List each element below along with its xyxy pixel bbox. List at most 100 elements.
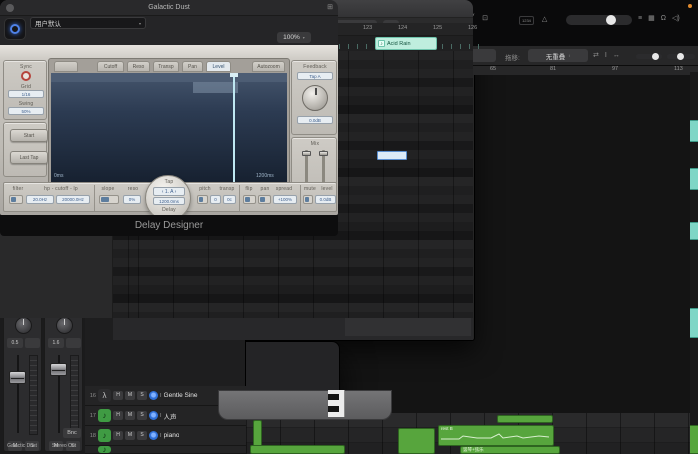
midi-region[interactable] bbox=[497, 415, 553, 423]
wet-slider[interactable] bbox=[319, 151, 328, 156]
metronome-icon[interactable]: △ bbox=[542, 14, 547, 26]
width-icon[interactable]: ↔ bbox=[613, 50, 620, 62]
midi-region[interactable] bbox=[398, 428, 435, 454]
track-row-partial[interactable]: ♪ bbox=[85, 446, 246, 454]
pan-knob[interactable] bbox=[15, 317, 32, 334]
vertical-zoom-slider[interactable] bbox=[636, 54, 662, 59]
last-tap-button[interactable]: Last Tap bbox=[10, 151, 48, 164]
region-sliver[interactable] bbox=[690, 308, 698, 338]
black-key[interactable] bbox=[328, 394, 339, 400]
volume-value[interactable]: 0.5 bbox=[7, 338, 23, 348]
transp-cents[interactable]: 0c bbox=[223, 195, 236, 204]
tab-level[interactable]: Level bbox=[206, 61, 231, 72]
level-value[interactable]: 0.0dB bbox=[315, 195, 336, 204]
region-sliver[interactable] bbox=[690, 425, 698, 454]
midi-region-cyan[interactable]: ♪ Acid Rain bbox=[375, 37, 437, 50]
spread-value[interactable]: +100% bbox=[273, 195, 297, 204]
region-sliver[interactable] bbox=[690, 168, 698, 190]
midi-note-selected[interactable] bbox=[377, 151, 407, 160]
apple-loops-icon[interactable]: ⊡ bbox=[482, 13, 488, 25]
browser-icon[interactable]: ▦ bbox=[648, 13, 655, 25]
drag-select[interactable]: 无重叠↕ bbox=[528, 49, 588, 62]
view-zoom-select[interactable]: 100%▾ bbox=[277, 32, 311, 43]
solo-button[interactable]: S bbox=[137, 411, 147, 420]
grid-value[interactable]: 1/16 bbox=[8, 90, 44, 98]
track-name[interactable]: 人声 bbox=[164, 411, 177, 421]
input-monitor-button[interactable] bbox=[149, 431, 158, 440]
volume-fader[interactable] bbox=[50, 363, 67, 376]
tab-transp[interactable]: Transp bbox=[153, 61, 179, 72]
tap-delay-value[interactable]: 1200.0ms bbox=[153, 197, 185, 205]
preset-select[interactable]: 用户默认▾ bbox=[30, 17, 146, 29]
flip-toggle[interactable] bbox=[243, 195, 256, 204]
tap-display[interactable]: 0ms 1200ms bbox=[51, 73, 287, 185]
input-monitor-button[interactable] bbox=[149, 411, 158, 420]
pitch-toggle[interactable] bbox=[197, 195, 208, 204]
count-in-icon[interactable]: 1234 bbox=[519, 16, 534, 25]
feedback-tap-select[interactable]: Tap A bbox=[297, 72, 333, 80]
piano-keys[interactable] bbox=[328, 390, 345, 417]
input-monitor-button[interactable] bbox=[149, 391, 158, 400]
hide-button[interactable]: H bbox=[113, 411, 123, 420]
reso-value[interactable]: 0% bbox=[123, 195, 141, 204]
dry-slider[interactable] bbox=[302, 151, 311, 156]
midi-region[interactable]: 竖琴+弦乐 bbox=[460, 446, 560, 454]
hide-button[interactable]: H bbox=[113, 431, 123, 440]
tap-head[interactable] bbox=[230, 73, 238, 77]
bounce-button[interactable]: Bnc bbox=[63, 428, 81, 438]
mute-button[interactable]: M bbox=[125, 411, 135, 420]
view-tab[interactable] bbox=[54, 61, 78, 72]
sync-button[interactable] bbox=[21, 71, 31, 81]
filter-toggle[interactable] bbox=[9, 195, 23, 204]
swing-value[interactable]: 50% bbox=[8, 107, 44, 115]
tap-line[interactable] bbox=[233, 75, 235, 183]
ruler-number: 81 bbox=[550, 66, 572, 72]
overview-strip[interactable] bbox=[51, 73, 287, 82]
tab-reso[interactable]: Reso bbox=[127, 61, 150, 72]
tab-pan[interactable]: Pan bbox=[182, 61, 203, 72]
feedback-value[interactable]: 0.0dB bbox=[297, 116, 333, 124]
midi-region[interactable]: rest B bbox=[438, 425, 554, 446]
link-window-icon[interactable]: ⊞ bbox=[327, 2, 333, 14]
solo-button[interactable]: S bbox=[137, 431, 147, 440]
pan-toggle[interactable] bbox=[258, 195, 271, 204]
tap-label: Tap bbox=[146, 179, 192, 185]
mute-button[interactable]: M bbox=[125, 431, 135, 440]
autozoom-button[interactable]: Autozoom bbox=[252, 61, 285, 72]
plugin-titlebar[interactable]: Galactic Dust ⊞ bbox=[0, 0, 338, 16]
power-button[interactable] bbox=[4, 18, 26, 40]
hp-cutoff-value[interactable]: 20.0Hz bbox=[26, 195, 54, 204]
start-button[interactable]: Start bbox=[10, 129, 48, 142]
bell-icon[interactable]: Ω bbox=[661, 13, 666, 25]
tab-cutoff[interactable]: Cutoff bbox=[97, 61, 124, 72]
slope-toggle[interactable] bbox=[99, 195, 119, 204]
transp-semitones[interactable]: 0 bbox=[210, 195, 221, 204]
tap-select[interactable]: ‹ 1. A › bbox=[153, 187, 185, 196]
feedback-knob[interactable] bbox=[302, 85, 328, 111]
master-volume-slider[interactable] bbox=[566, 15, 632, 25]
volume-slider-handle[interactable] bbox=[606, 15, 616, 25]
scroll-band[interactable] bbox=[345, 318, 471, 336]
mute-button[interactable]: M bbox=[125, 391, 135, 400]
speaker-icon[interactable]: ◁) bbox=[672, 13, 680, 25]
black-key[interactable] bbox=[328, 406, 339, 412]
volume-fader[interactable] bbox=[9, 371, 26, 384]
list-icon[interactable]: ≡ bbox=[638, 13, 642, 25]
mute-toggle[interactable] bbox=[303, 195, 313, 204]
volume-value[interactable]: 1.6 bbox=[48, 338, 64, 348]
region-sliver[interactable] bbox=[690, 120, 698, 142]
pan-knob[interactable] bbox=[56, 317, 73, 334]
horizontal-zoom-slider[interactable] bbox=[667, 54, 695, 59]
solo-button[interactable]: S bbox=[137, 391, 147, 400]
text-tool-icon[interactable]: I bbox=[605, 50, 607, 62]
close-button[interactable] bbox=[6, 4, 14, 12]
track-row[interactable]: 18 ♪ H M S I piano bbox=[85, 426, 246, 446]
swap-icon[interactable]: ⇄ bbox=[593, 50, 599, 62]
region-sliver[interactable] bbox=[690, 222, 698, 240]
hide-button[interactable]: H bbox=[113, 391, 123, 400]
track-name[interactable]: piano bbox=[164, 432, 180, 439]
midi-region[interactable] bbox=[250, 445, 345, 454]
lp-cutoff-value[interactable]: 20000.0Hz bbox=[56, 195, 90, 204]
track-name[interactable]: Gentle Sine bbox=[164, 392, 198, 399]
arrange-right-sliver bbox=[690, 72, 698, 454]
